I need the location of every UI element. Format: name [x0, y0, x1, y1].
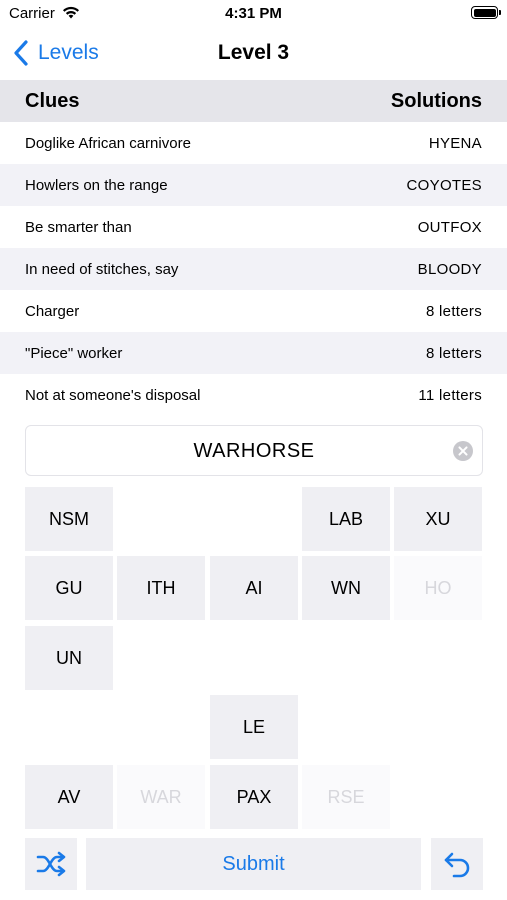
tile[interactable]: PAX — [210, 765, 298, 829]
clue-text: Charger — [25, 302, 80, 320]
solution-text: HYENA — [428, 134, 482, 152]
clue-text: Not at someone's disposal — [25, 386, 201, 404]
table-row: "Piece" worker 8 letters — [0, 332, 507, 374]
tile[interactable]: LE — [210, 695, 298, 759]
battery-icon — [471, 6, 501, 19]
tile[interactable]: AI — [210, 556, 298, 620]
tile[interactable]: LAB — [302, 487, 390, 551]
status-time: 4:31 PM — [225, 5, 282, 22]
table-row: Doglike African carnivore HYENA — [0, 122, 507, 164]
solution-text: 11 letters — [418, 386, 482, 404]
solution-text: 8 letters — [425, 302, 482, 320]
clues-column-header: Clues — [25, 89, 80, 112]
clue-text: Be smarter than — [25, 218, 132, 236]
answer-text: WARHORSE — [193, 440, 315, 462]
tile[interactable]: UN — [25, 626, 113, 690]
navigation-bar: Levels Level 3 — [0, 28, 507, 80]
table-row: Not at someone's disposal 11 letters — [0, 374, 507, 416]
solutions-column-header: Solutions — [390, 89, 482, 112]
undo-icon — [444, 852, 470, 878]
submit-button[interactable]: Submit — [86, 838, 421, 890]
tile-used: RSE — [302, 765, 390, 829]
table-row: In need of stitches, say BLOODY — [0, 248, 507, 290]
page-title: Level 3 — [217, 41, 290, 64]
solution-text: 8 letters — [425, 344, 482, 362]
solution-text: BLOODY — [417, 260, 482, 278]
clue-list: Doglike African carnivore HYENA Howlers … — [0, 122, 507, 416]
clue-text: Doglike African carnivore — [25, 134, 191, 152]
solution-text: COYOTES — [406, 176, 482, 194]
clear-icon[interactable] — [453, 441, 473, 461]
tile[interactable]: ITH — [117, 556, 205, 620]
tile-used: WAR — [117, 765, 205, 829]
tile[interactable]: XU — [394, 487, 482, 551]
clue-text: Howlers on the range — [25, 176, 168, 194]
shuffle-icon — [36, 851, 66, 877]
clue-text: In need of stitches, say — [25, 260, 179, 278]
table-row: Charger 8 letters — [0, 290, 507, 332]
undo-button[interactable] — [431, 838, 483, 890]
tile[interactable]: WN — [302, 556, 390, 620]
status-bar: Carrier 4:31 PM — [0, 0, 507, 28]
shuffle-button[interactable] — [25, 838, 77, 890]
tile[interactable]: GU — [25, 556, 113, 620]
tile[interactable]: AV — [25, 765, 113, 829]
table-row: Be smarter than OUTFOX — [0, 206, 507, 248]
tile[interactable]: NSM — [25, 487, 113, 551]
tile-used: HO — [394, 556, 482, 620]
answer-field[interactable]: WARHORSE — [25, 425, 483, 476]
table-row: Howlers on the range COYOTES — [0, 164, 507, 206]
table-header: Clues Solutions — [0, 80, 507, 122]
clue-text: "Piece" worker — [25, 344, 123, 362]
solution-text: OUTFOX — [417, 218, 482, 236]
